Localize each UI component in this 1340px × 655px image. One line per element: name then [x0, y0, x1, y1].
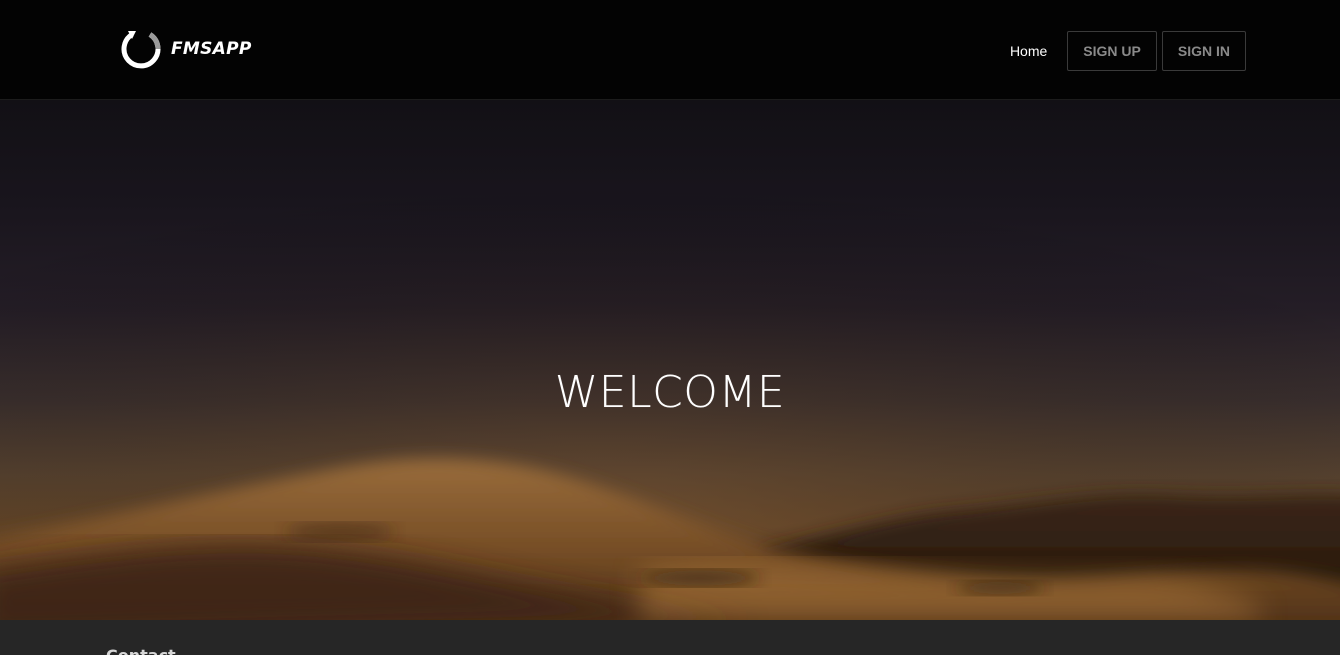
sign-in-button[interactable]: SIGN IN: [1161, 31, 1246, 71]
navbar: FMSAPP Home SIGN UP SIGN IN: [0, 0, 1340, 100]
footer-contact-heading: Contact: [106, 646, 176, 655]
hero-background-image: [0, 100, 1340, 620]
main-nav: Home SIGN UP SIGN IN: [1010, 30, 1246, 72]
brand-name: FMSAPP: [171, 39, 252, 59]
hero-section: WELCOME: [0, 100, 1340, 620]
circular-arrow-logo-icon: [121, 31, 161, 69]
hero-title: WELCOME: [554, 367, 786, 418]
page: FMSAPP Home SIGN UP SIGN IN WELCOME: [0, 0, 1340, 655]
footer: Contact: [0, 620, 1340, 655]
sign-up-button[interactable]: SIGN UP: [1067, 31, 1157, 71]
nav-home-link[interactable]: Home: [1010, 31, 1047, 71]
brand-link[interactable]: FMSAPP: [120, 28, 252, 70]
